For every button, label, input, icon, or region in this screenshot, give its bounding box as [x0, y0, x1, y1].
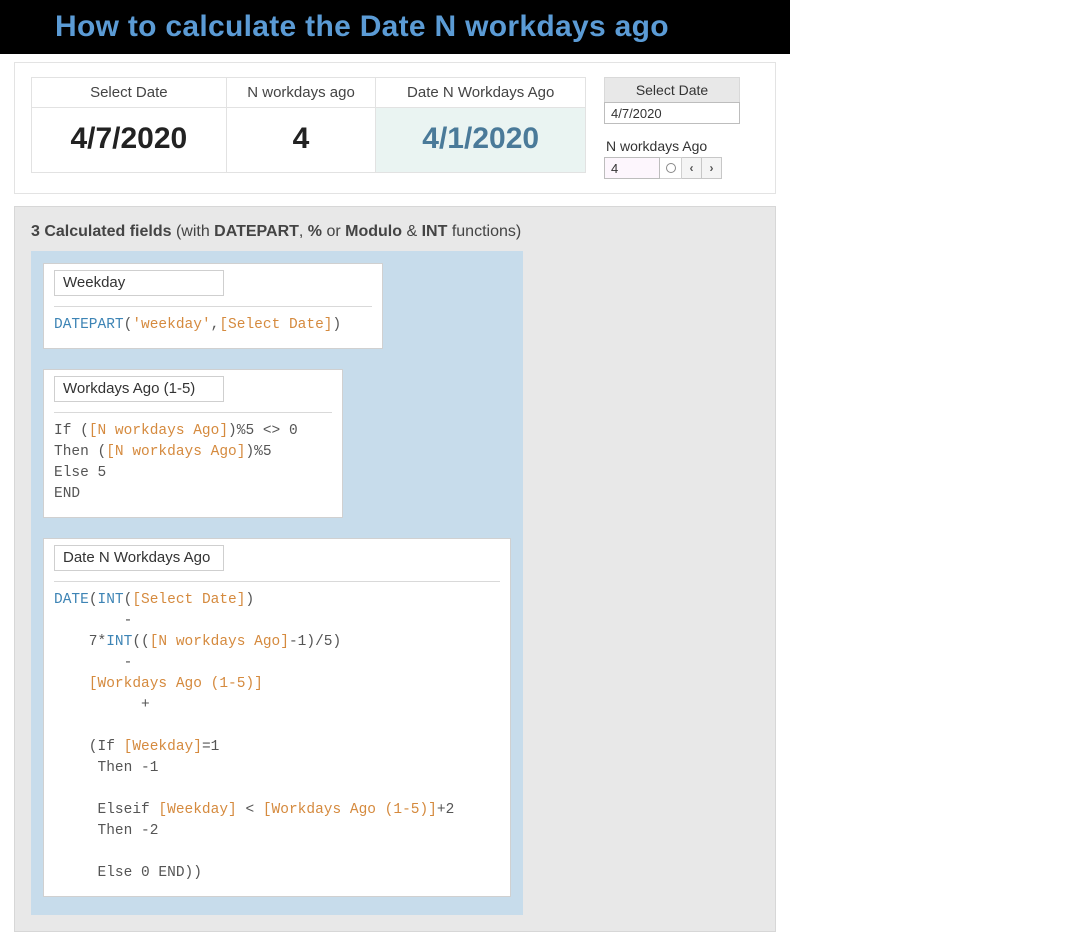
- param-select-date: Select Date: [604, 77, 740, 124]
- cell-n-workdays: 4: [226, 108, 376, 173]
- title-bar: How to calculate the Date N workdays ago: [0, 0, 790, 54]
- slider-toggle-icon[interactable]: [660, 157, 682, 179]
- cell-select-date: 4/7/2020: [32, 108, 227, 173]
- stepper-increment[interactable]: ›: [702, 157, 722, 179]
- param-n-workdays-label: N workdays Ago: [604, 138, 740, 157]
- cell-result-date: 4/1/2020: [376, 108, 586, 173]
- calc-card-weekday: Weekday DATEPART('weekday',[Select Date]…: [43, 263, 383, 349]
- calc-code-workdays-ago: If ([N workdays Ago])%5 <> 0 Then ([N wo…: [54, 421, 332, 505]
- calc-name-workdays-ago[interactable]: Workdays Ago (1-5): [54, 376, 224, 402]
- results-table: Select Date N workdays ago Date N Workda…: [31, 77, 586, 173]
- calc-name-weekday[interactable]: Weekday: [54, 270, 224, 296]
- calculated-fields-heading: 3 Calculated fields (with DATEPART, % or…: [31, 223, 759, 241]
- calc-name-date-n-workdays-ago[interactable]: Date N Workdays Ago: [54, 545, 224, 571]
- calc-code-date-n-workdays-ago: DATE(INT([Select Date]) - 7*INT(([N work…: [54, 590, 500, 884]
- calc-card-date-n-workdays-ago: Date N Workdays Ago DATE(INT([Select Dat…: [43, 538, 511, 897]
- col-header-select-date: Select Date: [32, 78, 227, 108]
- calc-cards: Weekday DATEPART('weekday',[Select Date]…: [31, 251, 523, 915]
- parameter-controls: Select Date N workdays Ago ‹ ›: [604, 77, 740, 179]
- results-panel: Select Date N workdays ago Date N Workda…: [14, 62, 776, 194]
- table-row: 4/7/2020 4 4/1/2020: [32, 108, 586, 173]
- stepper-decrement[interactable]: ‹: [682, 157, 702, 179]
- param-select-date-label: Select Date: [604, 77, 740, 102]
- calculated-fields-panel: 3 Calculated fields (with DATEPART, % or…: [14, 206, 776, 932]
- select-date-input[interactable]: [604, 102, 740, 124]
- col-header-n-workdays: N workdays ago: [226, 78, 376, 108]
- col-header-result: Date N Workdays Ago: [376, 78, 586, 108]
- n-workdays-input[interactable]: [604, 157, 660, 179]
- page-title: How to calculate the Date N workdays ago: [0, 10, 790, 44]
- calc-card-workdays-ago: Workdays Ago (1-5) If ([N workdays Ago])…: [43, 369, 343, 518]
- calc-code-weekday: DATEPART('weekday',[Select Date]): [54, 315, 372, 336]
- param-n-workdays: N workdays Ago ‹ ›: [604, 138, 740, 179]
